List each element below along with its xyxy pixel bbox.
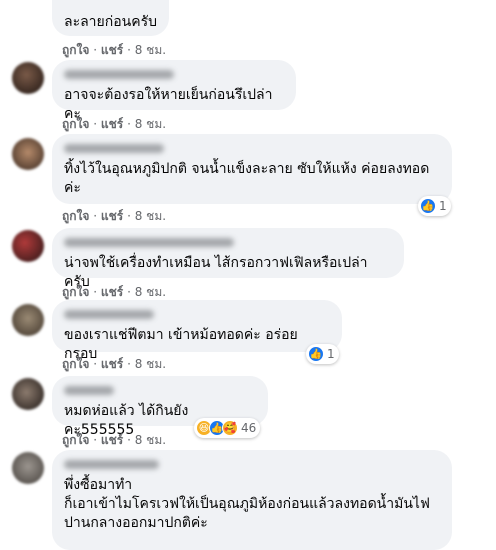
comment-actions: ถูกใจ · แชร์ · 8 ชม. <box>62 357 167 371</box>
share-link[interactable]: แชร์ <box>101 285 123 299</box>
blurred-author-name <box>64 144 164 153</box>
comment-text: ละลายก่อนครับ <box>64 14 157 30</box>
share-link[interactable]: แชร์ <box>101 117 123 131</box>
timestamp[interactable]: 8 ชม. <box>135 433 166 447</box>
share-link[interactable]: แชร์ <box>101 43 123 57</box>
reaction-summary[interactable]: 👍 1 <box>418 196 451 216</box>
timestamp[interactable]: 8 ชม. <box>135 209 166 223</box>
share-link[interactable]: แชร์ <box>101 209 123 223</box>
like-link[interactable]: ถูกใจ <box>62 285 89 299</box>
comment-actions: ถูกใจ · แชร์ · 8 ชม. <box>62 209 167 223</box>
like-link[interactable]: ถูกใจ <box>62 357 89 371</box>
reaction-summary[interactable]: 😆 👍 🥰 46 <box>194 418 261 438</box>
like-link[interactable]: ถูกใจ <box>62 209 89 223</box>
blurred-author-name <box>64 460 159 469</box>
comment-bubble: น่าจพใช้เครื่องทำเหมือน ไส้กรอกวาฟเฟิลหร… <box>52 228 404 290</box>
reaction-count: 1 <box>439 199 447 213</box>
care-reaction-icon: 🥰 <box>222 420 238 436</box>
blurred-author-name <box>64 310 154 319</box>
comment-bubble: พึ่งซื้อมาทำ ก็เอาเข้าไมโครเวฟให้เป็นอุณ… <box>52 450 452 550</box>
blurred-author-name <box>64 386 114 395</box>
comment-text: พึ่งซื้อมาทำ ก็เอาเข้าไมโครเวฟให้เป็นอุณ… <box>64 477 430 531</box>
timestamp[interactable]: 8 ชม. <box>135 285 166 299</box>
like-link[interactable]: ถูกใจ <box>62 117 89 131</box>
reaction-count: 46 <box>241 421 257 435</box>
comment-bubble: ทิ้งไว้ในอุณหภูมิปกติ จนน้ำแข็งละลาย ซับ… <box>52 134 452 204</box>
blurred-author-name <box>64 70 174 79</box>
reaction-summary[interactable]: 👍 1 <box>306 344 339 364</box>
avatar[interactable] <box>12 378 44 410</box>
timestamp[interactable]: 8 ชม. <box>135 357 166 371</box>
share-link[interactable]: แชร์ <box>101 433 123 447</box>
like-reaction-icon: 👍 <box>420 198 436 214</box>
comment-bubble: อาจจะต้องรอให้หายเย็นก่อนรึเปล่าคะ <box>52 60 296 122</box>
avatar[interactable] <box>12 230 44 262</box>
avatar[interactable] <box>12 62 44 94</box>
share-link[interactable]: แชร์ <box>101 357 123 371</box>
like-link[interactable]: ถูกใจ <box>62 433 89 447</box>
timestamp[interactable]: 8 ชม. <box>135 117 166 131</box>
avatar[interactable] <box>12 304 44 336</box>
avatar[interactable] <box>12 452 44 484</box>
avatar[interactable] <box>12 138 44 170</box>
like-link[interactable]: ถูกใจ <box>62 43 89 57</box>
comment-actions: ถูกใจ · แชร์ · 8 ชม. <box>62 117 167 131</box>
timestamp[interactable]: 8 ชม. <box>135 43 166 57</box>
blurred-author-name <box>64 238 234 247</box>
comment-actions: ถูกใจ · แชร์ · 8 ชม. <box>62 43 167 57</box>
comment-text: ทิ้งไว้ในอุณหภูมิปกติ จนน้ำแข็งละลาย ซับ… <box>64 161 430 196</box>
comment-bubble: ละลายก่อนครับ <box>52 0 169 36</box>
comment-bubble: ของเราแช่ฟีตมา เข้าหม้อทอดค่ะ อร่อยกรอบ <box>52 300 342 362</box>
like-reaction-icon: 👍 <box>308 346 324 362</box>
reaction-count: 1 <box>327 347 335 361</box>
comment-actions: ถูกใจ · แชร์ · 8 ชม. <box>62 433 167 447</box>
